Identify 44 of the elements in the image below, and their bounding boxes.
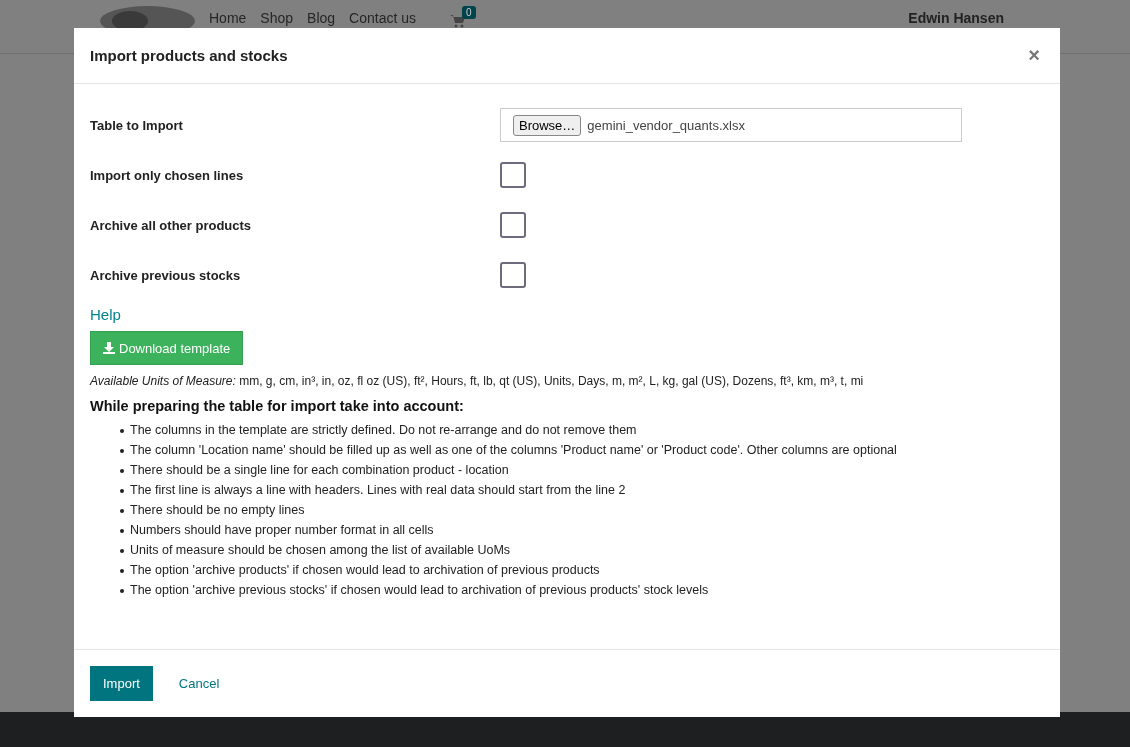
import-button[interactable]: Import — [90, 666, 153, 701]
rule-item: The column 'Location name' should be filled up as well as one of the columns 'Product name' or 'Product code'. Other columns are optional — [130, 442, 897, 459]
file-name: gemini_vendor_quants.xlsx — [587, 117, 745, 133]
rule-item: The columns in the template are strictly defined. Do not re-arrange and do not remove them — [130, 422, 637, 439]
dialog-title: Import products and stocks — [90, 47, 288, 64]
bullet-icon — [120, 528, 124, 533]
bullet-icon — [120, 508, 124, 513]
rule-item: The option 'archive previous stocks' if chosen would lead to archivation of previous products' stock levels — [130, 582, 709, 599]
bullet-icon — [120, 468, 124, 473]
checkbox[interactable] — [500, 262, 526, 288]
units-text: Available Units of Measure: mm, g, cm, in³, in, oz, fl oz (US), ft², Hours, ft, lb, qt (US), Units, Days, m, m², L, kg, gal (US), Dozens, ft³, km, m³, t, mi — [90, 374, 865, 388]
rule-item: There should be a single line for each combination product - location — [130, 462, 509, 479]
close-button[interactable]: × — [1024, 44, 1044, 67]
nav-link[interactable]: Shop — [260, 10, 294, 26]
cart-icon[interactable] — [450, 14, 467, 28]
field-label: Archive all other products — [90, 217, 253, 233]
checkbox[interactable] — [500, 162, 526, 188]
cancel-button[interactable]: Cancel — [172, 675, 226, 692]
user-menu[interactable]: Edwin Hansen — [908, 10, 1004, 26]
bullet-icon — [120, 568, 124, 573]
download-button[interactable]: Download template — [90, 331, 244, 365]
bullet-icon — [120, 488, 124, 493]
bullet-icon — [120, 448, 124, 453]
field-label: Archive previous stocks — [90, 267, 242, 283]
rule-item: The first line is always a line with headers. Lines with real data should start from the line 2 — [130, 482, 626, 499]
field-label: Import only chosen lines — [90, 167, 245, 183]
bullet-icon — [120, 428, 124, 433]
rule-item: Units of measure should be chosen among the list of available UoMs — [130, 542, 511, 559]
rule-item: The option 'archive products' if chosen would lead to archivation of previous products — [130, 562, 600, 579]
bullet-icon — [120, 548, 124, 553]
nav-link[interactable]: Home — [209, 10, 247, 26]
rules-heading: While preparing the table for import take into account: — [90, 398, 465, 414]
field-label: Table to Import — [90, 117, 184, 133]
rule-item: Numbers should have proper number format in all cells — [130, 522, 434, 539]
help-link[interactable]: Help — [90, 306, 1044, 323]
file-input[interactable]: Browse… gemini_vendor_quants.xlsx — [500, 108, 962, 142]
bullet-icon — [120, 588, 124, 593]
cart-count: 0 — [462, 6, 476, 19]
nav-link[interactable]: Blog — [307, 10, 336, 26]
rule-item: There should be no empty lines — [130, 502, 305, 519]
browse-button[interactable]: Browse… — [513, 114, 582, 136]
checkbox[interactable] — [500, 212, 526, 238]
download-icon — [103, 342, 115, 354]
nav-link[interactable]: Contact us — [349, 10, 417, 26]
